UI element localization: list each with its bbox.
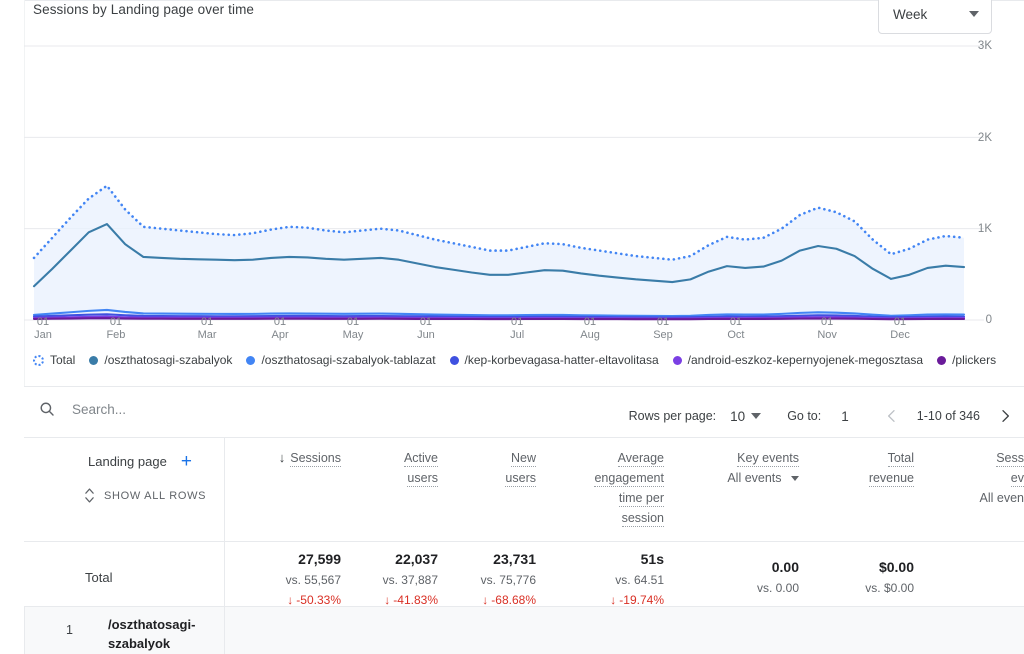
legend-label: /android-eszkoz-kepernyojenek-megosztasa	[687, 353, 924, 367]
x-tick-dec: 01 Dec	[890, 316, 910, 341]
series-dot-icon	[449, 355, 459, 365]
page-range-text: 1-10 of 346	[916, 409, 980, 423]
granularity-select[interactable]: Week	[878, 0, 992, 34]
x-tick-may: 01 May	[342, 316, 364, 341]
timeseries-chart[interactable]	[24, 34, 1024, 334]
legend-item-3[interactable]: /kep-korbevagasa-hatter-eltavolitasa	[449, 353, 659, 367]
next-page-button[interactable]	[994, 405, 1016, 427]
x-tick-jul: 01 Jul	[510, 316, 525, 341]
legend-item-1[interactable]: /oszthatosagi-szabalyok	[89, 353, 232, 367]
rows-per-page-select[interactable]: 10	[730, 408, 762, 424]
granularity-value: Week	[893, 6, 928, 22]
goto-page-input[interactable]: 1	[841, 409, 849, 424]
legend-label: /oszthatosagi-szabalyok-tablazat	[261, 353, 436, 367]
row-left-divider	[24, 607, 25, 654]
column-header-line: Average	[617, 451, 664, 467]
rows-per-page-value: 10	[730, 408, 746, 424]
x-tick-oct: 01 Oct	[727, 316, 745, 341]
row-dimension-value[interactable]: /oszthatosagi-szabalyok	[108, 615, 238, 653]
y-tick-0: 0	[985, 314, 992, 326]
y-tick-3k: 3K	[977, 40, 992, 52]
x-tick-feb: 01 Feb	[106, 316, 126, 341]
card-top-divider	[24, 0, 1024, 1]
x-tick-sep: 01 Sep	[653, 316, 673, 341]
series-dot-icon	[672, 355, 682, 365]
column-header-line: Sess	[996, 451, 1024, 467]
series-dot-icon	[937, 355, 947, 365]
legend-item-4[interactable]: /android-eszkoz-kepernyojenek-megosztasa	[672, 353, 924, 367]
column-header-filter[interactable]: All even	[874, 488, 1024, 508]
x-tick-jan: 01 Jan	[34, 316, 52, 341]
legend-label: /oszthatosagi-szabalyok	[104, 353, 233, 367]
table-toolbar: Rows per page: 10 Go to: 1 1-10 of 346	[24, 394, 1024, 438]
total-row: Total 27,599 vs. 55,567 ↓ -50.33% 22,037 vs. …	[24, 542, 1024, 607]
legend-label: /plickers	[952, 353, 997, 367]
dotted-circle-icon	[33, 354, 44, 366]
x-tick-jun: 01 Jun	[417, 316, 435, 341]
legend-item-0[interactable]: Total	[33, 353, 75, 367]
total-cell-3: 51s vs. 64.51 ↓ -19.74%	[514, 548, 664, 610]
dimension-header-label: Landing page	[88, 454, 167, 469]
x-tick-aug: 01 Aug	[580, 316, 600, 341]
column-header-line: time per	[618, 491, 664, 507]
chevron-right-icon	[1002, 410, 1009, 422]
table-row[interactable]: 1 /oszthatosagi-szabalyok	[24, 607, 1024, 654]
column-header-line: session	[621, 511, 664, 527]
legend-label: Total	[50, 353, 76, 367]
x-tick-nov: 01 Nov	[817, 316, 837, 341]
legend-item-2[interactable]: /oszthatosagi-szabalyok-tablazat	[246, 353, 436, 367]
column-header-line: ev	[1010, 471, 1024, 487]
chart-canvas	[24, 45, 984, 321]
x-tick-mar: 01 Mar	[197, 316, 217, 341]
total-cell-5: $0.00 vs. $0.00	[764, 556, 914, 598]
x-tick-apr: 01 Apr	[271, 316, 289, 341]
legend-item-5[interactable]: /plickers	[937, 353, 996, 367]
expand-rows-icon	[85, 488, 94, 503]
series-dot-icon	[246, 355, 256, 365]
sort-descending-icon: ↓	[278, 450, 286, 465]
arrow-down-icon: ↓	[610, 593, 617, 607]
pagination-controls: Rows per page: 10 Go to: 1 1-10 of 346	[629, 394, 1016, 438]
metric-comparison: vs. $0.00	[865, 581, 914, 595]
chevron-down-icon	[969, 11, 979, 17]
show-all-rows-label: SHOW ALL ROWS	[104, 489, 207, 502]
y-tick-1k: 1K	[977, 223, 992, 235]
row-index: 1	[66, 623, 73, 637]
chevron-left-icon	[887, 410, 895, 422]
x-axis-labels: 01 Jan 01 Feb 01 Mar 01 Apr 01 May 01 Jun 01 Jul 01 Aug…	[24, 316, 964, 346]
report-table: Landing page + SHOW ALL ROWS ↓ Sessions Ac…	[24, 438, 1024, 654]
search-icon	[40, 402, 54, 416]
rows-per-page-label: Rows per page:	[628, 409, 717, 423]
legend-label: /kep-korbevagasa-hatter-eltavolitasa	[464, 353, 659, 367]
chart-table-divider	[24, 386, 1024, 387]
metric-comparison: vs. 64.51	[615, 573, 664, 587]
dimension-header[interactable]: Landing page +	[88, 452, 192, 471]
chart-legend[interactable]: Total/oszthatosagi-szabalyok/oszthatosag…	[33, 353, 1010, 367]
series-dot-icon	[89, 355, 99, 365]
table-header-row: Landing page + SHOW ALL ROWS ↓ Sessions Ac…	[24, 438, 1024, 654]
page-title: Sessions by Landing page over time	[33, 2, 255, 17]
metric-value: $0.00	[878, 559, 914, 575]
y-tick-2k: 2K	[977, 132, 992, 144]
metric-value: 51s	[640, 551, 664, 567]
column-header-line: engagement	[594, 471, 664, 487]
total-row-label: Total	[85, 570, 113, 585]
search-box[interactable]	[38, 400, 370, 418]
previous-page-button[interactable]	[881, 405, 903, 427]
show-all-rows-button[interactable]: SHOW ALL ROWS	[84, 488, 206, 503]
y-axis-labels: 3K 2K 1K 0	[968, 34, 1024, 334]
goto-label: Go to:	[787, 409, 822, 423]
column-header-6[interactable]: Sess ev All even	[874, 448, 1024, 508]
analytics-report-page: Sessions by Landing page over time Week …	[0, 0, 1024, 654]
arrow-down-icon: ↓	[482, 593, 489, 607]
search-input[interactable]	[70, 400, 370, 418]
column-header-3[interactable]: Average engagement time per session	[514, 448, 664, 528]
chevron-down-icon	[751, 413, 762, 419]
